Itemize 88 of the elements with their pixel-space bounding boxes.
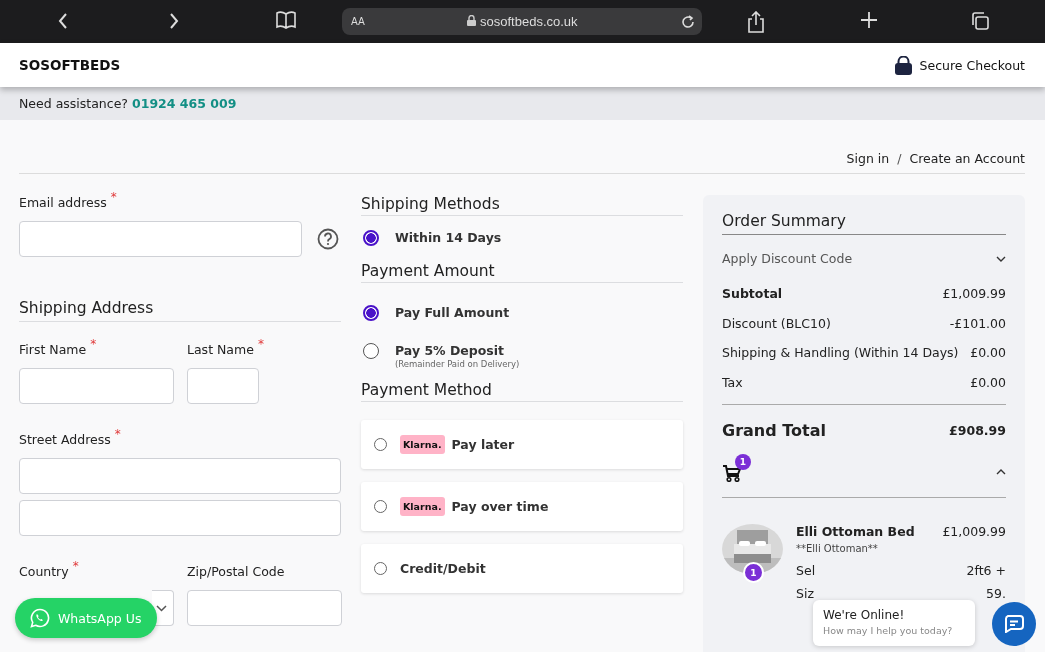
field-label: First Name (19, 342, 87, 357)
tabs-icon[interactable] (970, 11, 990, 31)
required-mark: * (257, 337, 264, 351)
option-value: 59. (986, 586, 1006, 601)
chat-popup[interactable]: We're Online! How may I help you today? (813, 600, 975, 646)
text-field[interactable] (19, 368, 174, 404)
street-field[interactable] (19, 458, 341, 494)
required-mark: * (90, 337, 97, 351)
section-heading: Shipping Methods (361, 195, 683, 216)
klarna-badge: Klarna. (400, 497, 445, 516)
product-name: Elli Ottoman Bed (796, 524, 915, 539)
option-name: Sel (796, 563, 816, 578)
summary-label: Discount (BLC10) (722, 315, 831, 333)
option-label: Pay over time (451, 499, 549, 514)
forward-icon[interactable] (167, 11, 181, 31)
discount-code-toggle[interactable]: Apply Discount Code (722, 251, 853, 266)
option-label[interactable]: Pay 5% Deposit (395, 343, 520, 358)
klarna-badge: Klarna. (400, 435, 445, 454)
sign-in-link[interactable]: Sign in (846, 151, 890, 173)
chat-popup-title: We're Online! (823, 608, 906, 622)
chevron-down-icon (156, 604, 167, 612)
summary-value: -£101.00 (949, 315, 1006, 333)
email-field[interactable] (19, 221, 302, 257)
radio-button[interactable] (374, 500, 387, 513)
zip-field[interactable] (187, 590, 342, 626)
option-label: Credit/Debit (400, 561, 486, 576)
radio-button[interactable] (363, 230, 379, 246)
plus-icon[interactable] (860, 11, 878, 29)
field-label: Street Address (19, 432, 111, 447)
option-name: Siz (796, 586, 814, 601)
share-icon[interactable] (747, 11, 765, 33)
text-field[interactable] (187, 368, 259, 404)
payment-option-card[interactable]: Klarna. Pay later (361, 420, 683, 469)
padlock-icon (894, 55, 912, 75)
field-label: Email address (19, 195, 107, 210)
back-icon[interactable] (56, 11, 70, 31)
product-price: £1,009.99 (942, 524, 1006, 539)
field-label: Country (19, 564, 69, 579)
summary-value: £0.00 (970, 345, 1006, 362)
country-dropdown[interactable] (152, 590, 174, 626)
chat-popup-subtitle: How may I help you today? (823, 625, 954, 636)
chat-icon (1004, 615, 1024, 633)
whatsapp-icon (30, 608, 50, 628)
field-label: Last Name (187, 342, 254, 357)
required-mark: * (110, 190, 117, 204)
link-separator: / (897, 151, 902, 168)
reload-icon[interactable] (680, 13, 696, 30)
required-mark: * (72, 559, 79, 573)
option-label: Pay later (451, 437, 515, 452)
option-value: 2ft6 + (966, 563, 1006, 578)
street-field[interactable] (19, 500, 341, 536)
radio-button[interactable] (374, 438, 387, 451)
grand-total-value: £908.99 (949, 423, 1006, 438)
summary-value: £0.00 (970, 374, 1006, 392)
product-subtitle: **Elli Ottoman** (796, 543, 879, 554)
grand-total-label: Grand Total (722, 421, 826, 440)
radio-button[interactable] (363, 305, 379, 321)
help-icon[interactable] (317, 228, 339, 250)
cart-count-badge: 1 (735, 454, 751, 470)
section-heading: Payment Amount (361, 262, 683, 283)
radio-button[interactable] (363, 343, 379, 359)
summary-value: £1,009.99 (942, 286, 1006, 303)
text-size-button[interactable]: AA (351, 16, 365, 27)
section-heading: Payment Method (361, 381, 683, 402)
summary-label: Tax (722, 374, 743, 392)
secure-checkout-label: Secure Checkout (919, 57, 1025, 73)
summary-label: Subtotal (722, 286, 783, 303)
option-label[interactable]: Pay Full Amount (395, 305, 510, 320)
required-mark: * (114, 427, 121, 441)
summary-label: Shipping & Handling (Within 14 Days) (722, 345, 959, 362)
book-icon[interactable] (275, 11, 297, 29)
create-account-link[interactable]: Create an Account (909, 151, 1025, 173)
address-bar[interactable]: AA sosoftbeds.co.uk (342, 8, 702, 35)
section-heading: Shipping Address (19, 299, 341, 322)
summary-heading: Order Summary (722, 212, 1006, 235)
field-label: Zip/Postal Code (187, 564, 285, 579)
chevron-down-icon[interactable] (996, 255, 1006, 262)
cart-icon[interactable] (722, 464, 742, 482)
site-logo[interactable]: SOSOFTBEDS (19, 57, 121, 73)
payment-option-card[interactable]: Klarna. Pay over time (361, 482, 683, 531)
option-label[interactable]: Within 14 Days (395, 230, 502, 245)
assistance-text: Need assistance? (19, 96, 128, 111)
payment-option-card[interactable]: Credit/Debit (361, 544, 683, 593)
chevron-up-icon[interactable] (996, 468, 1006, 475)
url-text: sosoftbeds.co.uk (364, 14, 680, 29)
radio-button[interactable] (374, 562, 387, 575)
lock-icon (467, 15, 477, 26)
option-note: (Remainder Paid on Delivery) (395, 359, 520, 369)
